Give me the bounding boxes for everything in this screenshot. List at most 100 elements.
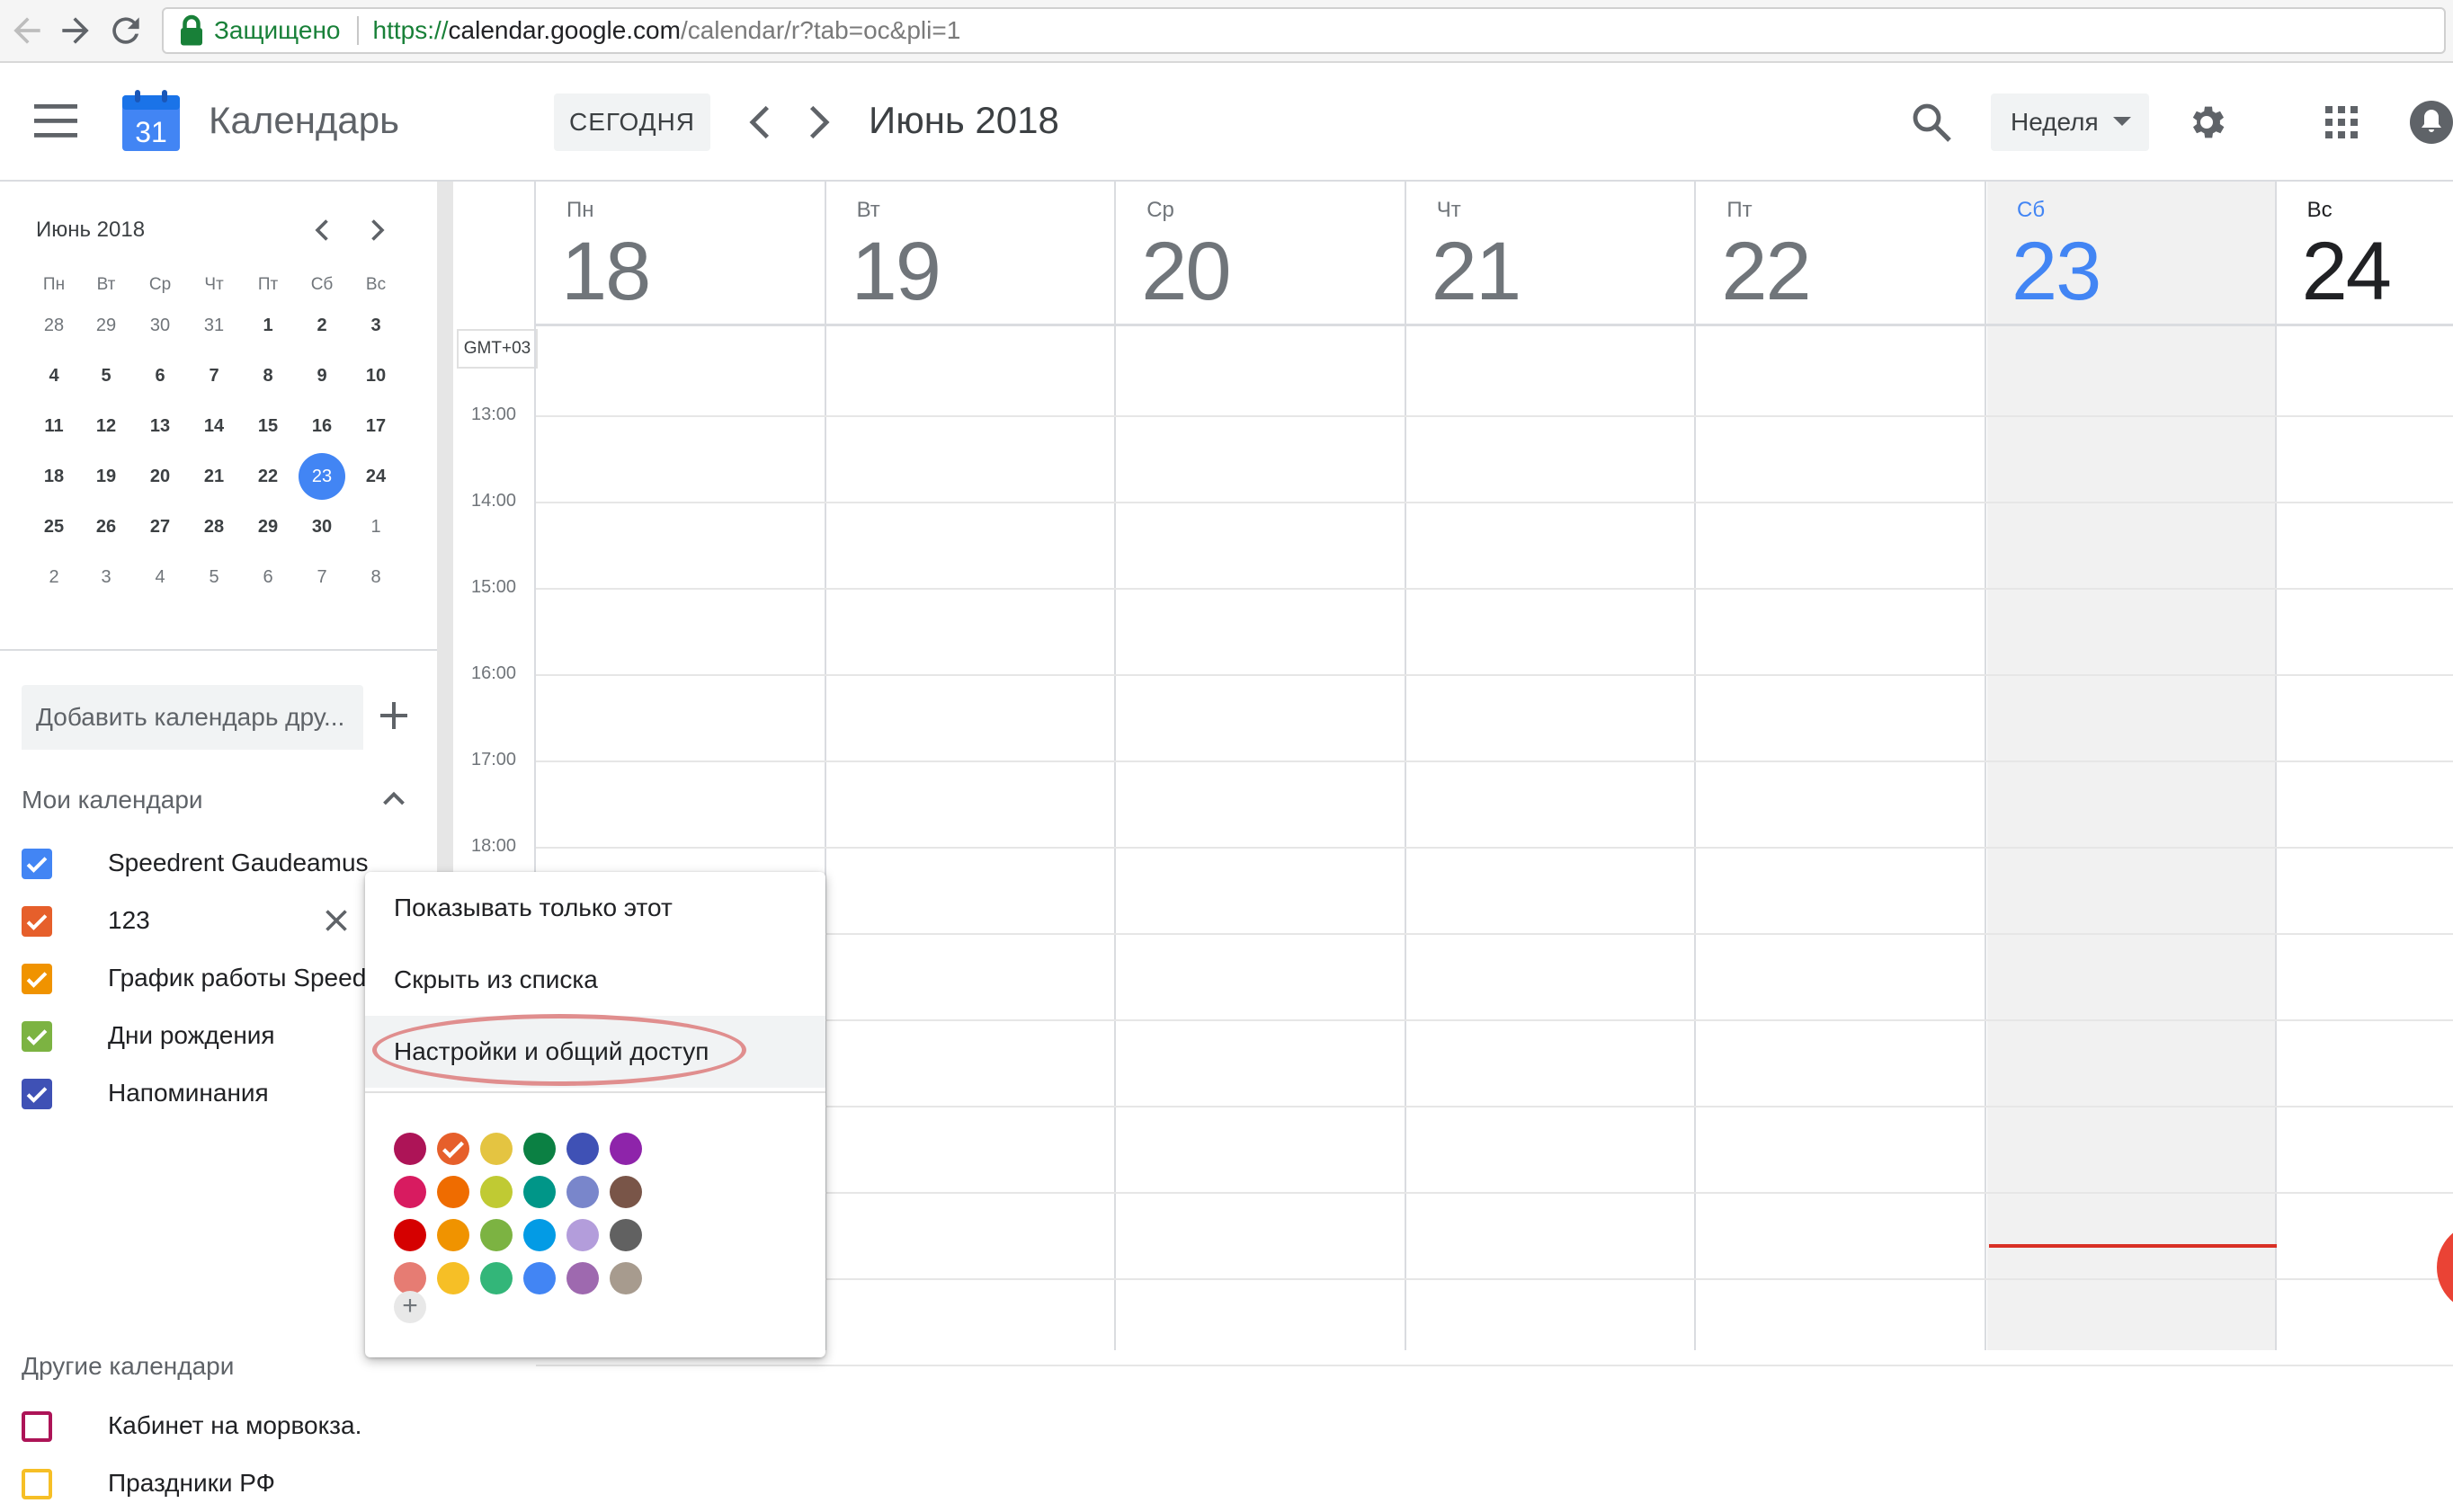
mini-day[interactable]: 7 [299, 554, 345, 600]
color-swatch[interactable] [394, 1262, 426, 1294]
plus-icon[interactable] [376, 698, 412, 734]
color-swatch[interactable] [610, 1262, 642, 1294]
mini-day[interactable]: 9 [299, 352, 345, 399]
color-swatch[interactable] [394, 1176, 426, 1208]
mini-day[interactable]: 30 [299, 503, 345, 550]
mini-day[interactable]: 4 [31, 352, 77, 399]
day-number[interactable]: 24 [2302, 225, 2392, 319]
color-swatch[interactable] [480, 1133, 513, 1165]
color-swatch[interactable] [394, 1219, 426, 1251]
menu-item-show-only[interactable]: Показывать только этот [365, 872, 825, 944]
day-header[interactable]: Пн 18 [536, 182, 826, 325]
mini-day[interactable]: 2 [31, 554, 77, 600]
day-header[interactable]: Вс 24 [2277, 182, 2453, 325]
day-header[interactable]: Пт 22 [1696, 182, 1986, 325]
mini-day[interactable]: 26 [83, 503, 129, 550]
mini-day[interactable]: 11 [31, 403, 77, 449]
mini-day[interactable]: 3 [352, 302, 399, 349]
mini-day[interactable]: 14 [191, 403, 237, 449]
mini-day[interactable]: 21 [191, 453, 237, 500]
url-field[interactable]: Защищено https://calendar.google.com/cal… [162, 7, 2446, 54]
mini-day[interactable]: 28 [31, 302, 77, 349]
search-icon[interactable] [1910, 101, 1953, 144]
other-calendar-item[interactable]: Кабинет на морвокза. [0, 1397, 437, 1454]
color-swatch[interactable] [480, 1262, 513, 1294]
mini-day[interactable]: 2 [299, 302, 345, 349]
mini-day[interactable]: 5 [191, 554, 237, 600]
color-swatch[interactable] [566, 1176, 599, 1208]
mini-day[interactable]: 31 [191, 302, 237, 349]
mini-day[interactable]: 22 [245, 453, 291, 500]
mini-day[interactable]: 6 [245, 554, 291, 600]
mini-day[interactable]: 5 [83, 352, 129, 399]
color-swatch[interactable] [437, 1133, 469, 1165]
mini-day[interactable]: 1 [352, 503, 399, 550]
color-swatch[interactable] [566, 1262, 599, 1294]
mini-day[interactable]: 29 [83, 302, 129, 349]
gear-icon[interactable] [2185, 101, 2228, 144]
back-button[interactable] [7, 11, 47, 50]
notifications-icon[interactable] [2410, 101, 2453, 144]
color-swatch[interactable] [610, 1219, 642, 1251]
view-selector[interactable]: Неделя [1991, 93, 2149, 151]
mini-day[interactable]: 23 [299, 453, 345, 500]
mini-chevron-left-icon[interactable] [309, 214, 336, 246]
mini-day[interactable]: 10 [352, 352, 399, 399]
color-swatch[interactable] [437, 1219, 469, 1251]
mini-day[interactable]: 6 [137, 352, 183, 399]
other-calendars-title[interactable]: Другие календари [22, 1352, 234, 1381]
color-swatch[interactable] [523, 1262, 556, 1294]
day-number[interactable]: 19 [852, 225, 941, 319]
my-calendars-title[interactable]: Мои календари [22, 786, 203, 814]
calendar-checkbox[interactable] [22, 849, 52, 879]
calendar-checkbox[interactable] [22, 1079, 52, 1109]
day-header[interactable]: Сб 23 [1986, 182, 2277, 325]
apps-grid-icon[interactable] [2325, 106, 2358, 138]
color-swatch[interactable] [437, 1176, 469, 1208]
mini-day[interactable]: 15 [245, 403, 291, 449]
mini-day[interactable]: 16 [299, 403, 345, 449]
mini-day[interactable]: 30 [137, 302, 183, 349]
mini-day[interactable]: 7 [191, 352, 237, 399]
color-swatch[interactable] [394, 1133, 426, 1165]
day-number[interactable]: 21 [1432, 225, 1521, 319]
color-swatch[interactable] [523, 1133, 556, 1165]
calendar-checkbox[interactable] [22, 1469, 52, 1499]
mini-day[interactable]: 19 [83, 453, 129, 500]
chevron-left-icon[interactable] [743, 102, 779, 142]
day-number[interactable]: 23 [2011, 225, 2101, 319]
mini-day[interactable]: 13 [137, 403, 183, 449]
mini-day[interactable]: 12 [83, 403, 129, 449]
reload-button[interactable] [106, 11, 146, 50]
color-swatch[interactable] [610, 1133, 642, 1165]
color-swatch[interactable] [566, 1219, 599, 1251]
calendar-checkbox[interactable] [22, 1411, 52, 1442]
color-swatch[interactable] [610, 1176, 642, 1208]
mini-day[interactable]: 25 [31, 503, 77, 550]
chevron-up-icon[interactable] [378, 782, 410, 814]
day-header[interactable]: Вт 19 [826, 182, 1117, 325]
mini-day[interactable]: 28 [191, 503, 237, 550]
calendar-checkbox[interactable] [22, 906, 52, 937]
mini-day[interactable]: 29 [245, 503, 291, 550]
forward-button[interactable] [56, 11, 95, 50]
day-header[interactable]: Чт 21 [1406, 182, 1697, 325]
mini-day[interactable]: 1 [245, 302, 291, 349]
mini-day[interactable]: 27 [137, 503, 183, 550]
color-swatch[interactable] [437, 1262, 469, 1294]
color-swatch[interactable] [566, 1133, 599, 1165]
menu-item-settings-sharing[interactable]: Настройки и общий доступ [365, 1016, 825, 1088]
mini-day[interactable]: 8 [352, 554, 399, 600]
add-custom-color-button[interactable]: + [394, 1291, 426, 1323]
other-calendar-item[interactable]: Праздники РФ [0, 1454, 437, 1512]
mini-day[interactable]: 24 [352, 453, 399, 500]
mini-day[interactable]: 20 [137, 453, 183, 500]
mini-day[interactable]: 18 [31, 453, 77, 500]
color-swatch[interactable] [480, 1219, 513, 1251]
day-number[interactable]: 22 [1721, 225, 1811, 319]
hamburger-menu-icon[interactable] [34, 102, 77, 138]
day-number[interactable]: 20 [1141, 225, 1231, 319]
color-swatch[interactable] [523, 1219, 556, 1251]
mini-day[interactable]: 8 [245, 352, 291, 399]
calendar-checkbox[interactable] [22, 964, 52, 994]
